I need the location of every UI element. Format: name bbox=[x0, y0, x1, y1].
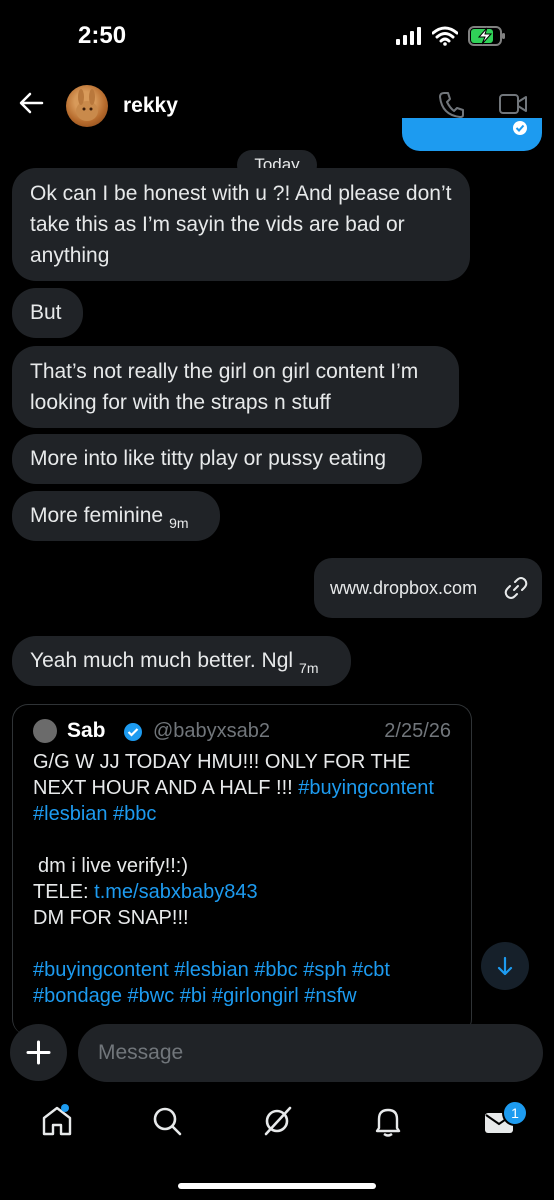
avatar[interactable] bbox=[66, 85, 108, 127]
status-time: 2:50 bbox=[78, 22, 127, 49]
add-attachment-button[interactable] bbox=[10, 1024, 67, 1081]
link-text[interactable]: www.dropbox.com bbox=[330, 578, 477, 598]
signal-icon bbox=[396, 27, 421, 45]
post-author-name[interactable]: Sab bbox=[67, 719, 106, 743]
message-text: More feminine bbox=[30, 504, 164, 527]
tab-grok[interactable] bbox=[260, 1104, 294, 1143]
message-text: Yeah much much better. Ngl bbox=[30, 649, 294, 672]
message-text: More into like titty play or pussy eatin… bbox=[30, 447, 386, 470]
message-time: 7m bbox=[299, 660, 319, 676]
plus-icon bbox=[26, 1040, 51, 1065]
scroll-to-bottom-button[interactable] bbox=[481, 942, 529, 990]
home-icon bbox=[42, 1104, 72, 1136]
post-link[interactable]: t.me/sabxbaby843 bbox=[94, 881, 257, 903]
hashtag[interactable]: #lesbian #bbc bbox=[33, 803, 156, 825]
post-author-handle[interactable]: @babyxsab2 bbox=[153, 720, 270, 743]
incoming-message[interactable]: More into like titty play or pussy eatin… bbox=[12, 434, 422, 484]
tab-home[interactable] bbox=[40, 1104, 74, 1143]
previous-outgoing-bubble bbox=[402, 118, 542, 151]
message-text: That’s not really the girl on girl conte… bbox=[30, 360, 419, 414]
seen-check-icon bbox=[513, 121, 527, 135]
post-text: dm i live verify!!:) bbox=[38, 855, 189, 877]
tab-explore[interactable] bbox=[150, 1104, 184, 1143]
video-call-icon[interactable] bbox=[498, 92, 528, 116]
incoming-message[interactable]: Ok can I be honest with u ?! And please … bbox=[12, 168, 470, 281]
grok-icon bbox=[264, 1106, 292, 1136]
message-time: 9m bbox=[169, 515, 189, 531]
battery-charging-icon bbox=[468, 26, 505, 46]
incoming-message[interactable]: But bbox=[12, 288, 83, 338]
incoming-message[interactable]: Yeah much much better. Ngl 7m bbox=[12, 636, 351, 686]
post-text: TELE: bbox=[33, 881, 95, 903]
arrow-down-icon bbox=[497, 956, 513, 976]
message-input[interactable]: Message bbox=[78, 1024, 543, 1082]
hashtag[interactable]: #buyingcontent #lesbian #bbc #sph #cbt bbox=[33, 959, 390, 981]
phone-icon[interactable] bbox=[438, 91, 464, 119]
unread-badge: 1 bbox=[502, 1100, 528, 1126]
back-arrow-icon[interactable] bbox=[18, 90, 44, 116]
verified-badge-icon bbox=[124, 723, 142, 741]
incoming-message[interactable]: More feminine 9m bbox=[12, 491, 220, 541]
status-icons bbox=[396, 26, 506, 46]
post-date: 2/25/26 bbox=[384, 720, 451, 742]
avatar-image bbox=[76, 89, 98, 121]
hashtag[interactable]: #buyingcontent bbox=[298, 777, 434, 799]
post-body: G/G W JJ TODAY HMU!!! ONLY FOR THE NEXT … bbox=[33, 749, 458, 1009]
message-text: Ok can I be honest with u ?! And please … bbox=[30, 182, 452, 267]
hashtag[interactable]: #bondage #bwc #bi #girlongirl #nsfw bbox=[33, 985, 357, 1007]
message-text: But bbox=[30, 301, 62, 324]
link-icon bbox=[504, 577, 528, 599]
post-author-avatar[interactable] bbox=[33, 719, 57, 743]
wifi-icon bbox=[432, 26, 458, 46]
tab-messages[interactable]: 1 bbox=[482, 1100, 528, 1143]
home-indicator bbox=[178, 1183, 376, 1189]
shared-post-card[interactable]: Sab @babyxsab2 2/25/26 G/G W JJ TODAY HM… bbox=[12, 704, 472, 1035]
contact-name[interactable]: rekky bbox=[123, 94, 178, 118]
incoming-message[interactable]: That’s not really the girl on girl conte… bbox=[12, 346, 459, 428]
post-text: DM FOR SNAP!!! bbox=[33, 907, 189, 929]
outgoing-link-message[interactable]: www.dropbox.com bbox=[314, 558, 542, 618]
tab-notifications[interactable] bbox=[371, 1104, 405, 1143]
search-icon bbox=[153, 1107, 182, 1136]
bell-icon bbox=[375, 1108, 401, 1137]
